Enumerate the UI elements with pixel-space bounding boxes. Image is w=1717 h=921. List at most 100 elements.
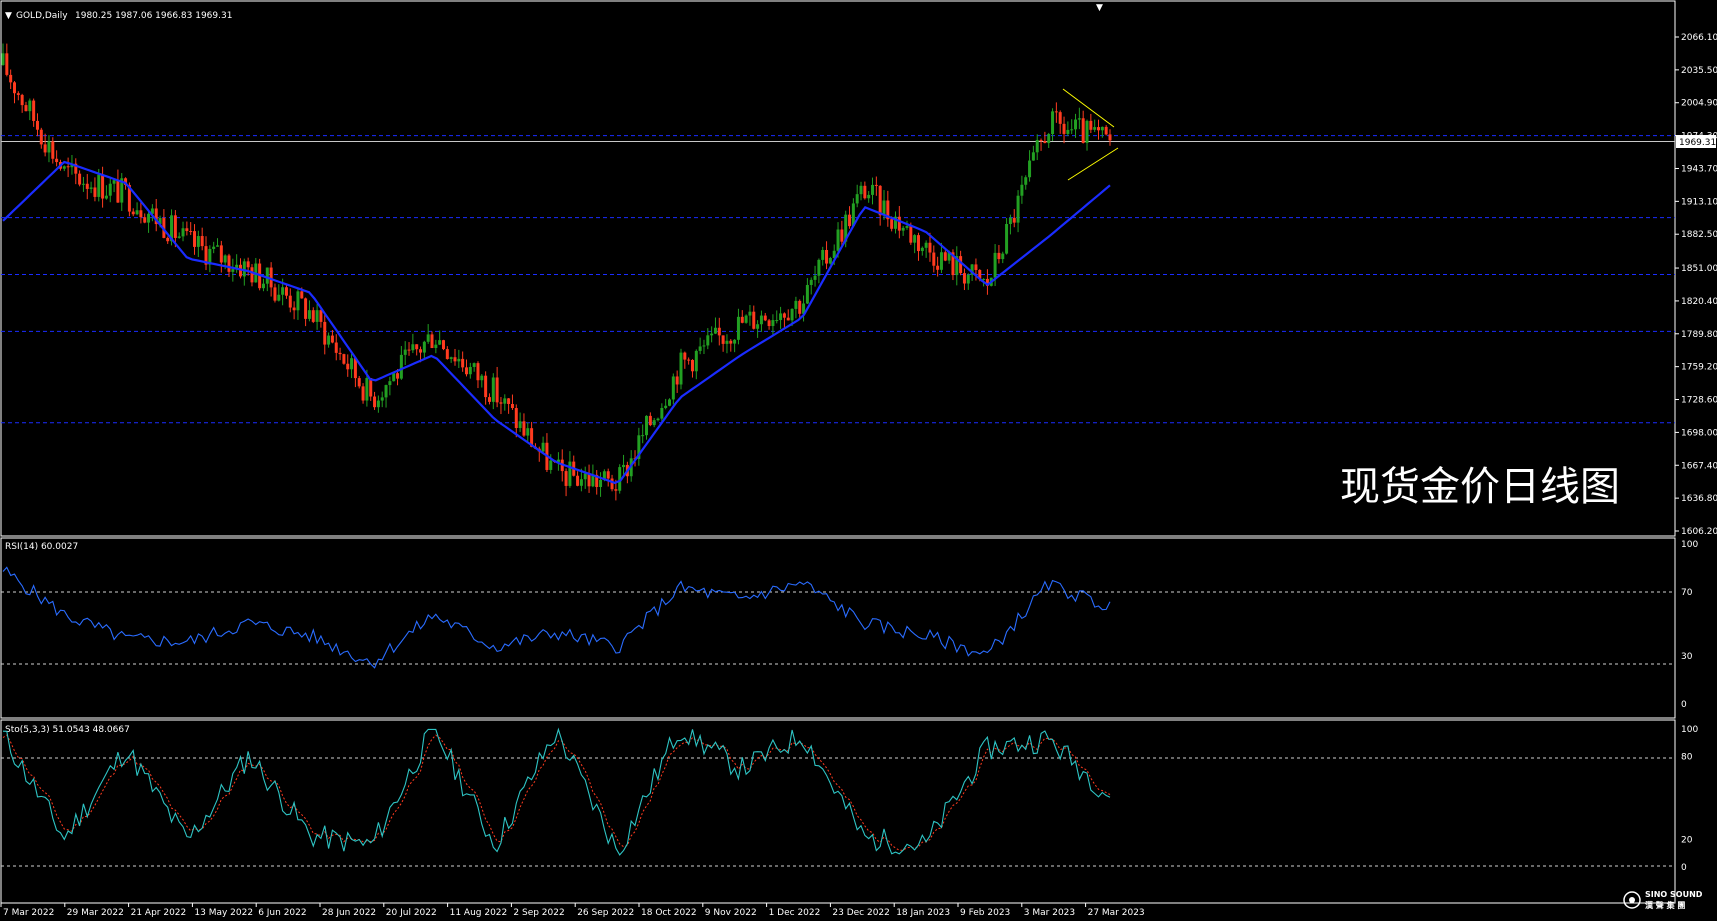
candle-body — [288, 295, 292, 308]
candle-body — [1089, 120, 1093, 130]
candle-body — [771, 320, 775, 327]
candle-body — [710, 333, 714, 336]
candle-body — [717, 327, 721, 336]
collapse-arrow-icon[interactable]: ▼ — [5, 11, 12, 21]
candle-body — [173, 215, 177, 238]
candle-body — [997, 252, 1001, 260]
candle-body — [599, 479, 603, 487]
candle-body — [55, 158, 59, 163]
candle-body — [867, 194, 871, 199]
candle-body — [1005, 223, 1009, 254]
candle-body — [549, 460, 553, 470]
candle-body — [1074, 119, 1078, 130]
candle-body — [993, 252, 997, 278]
candle-body — [687, 359, 691, 361]
candle-body — [66, 166, 70, 168]
candle-body — [43, 144, 47, 153]
candle-body — [342, 354, 346, 364]
candle-body — [1051, 111, 1055, 135]
candle-body — [47, 141, 51, 153]
shift-marker-icon[interactable]: ▼ — [1096, 3, 1103, 13]
candle-body — [426, 334, 430, 342]
candle-body — [392, 373, 396, 382]
candle-body — [476, 363, 480, 381]
candle-body — [464, 367, 468, 375]
candle-body — [277, 294, 281, 301]
candle-body — [859, 185, 863, 195]
candle-body — [1070, 129, 1074, 131]
candle-body — [610, 478, 614, 490]
candle-body — [97, 174, 101, 197]
date-tick-label: 26 Sep 2022 — [577, 908, 634, 918]
candle-body — [193, 231, 197, 247]
candle-body — [671, 376, 675, 400]
candle-body — [1028, 160, 1032, 178]
candle-body — [1, 53, 5, 66]
price-tick-label: 1759.20 — [1681, 363, 1717, 373]
candle-body — [667, 399, 671, 406]
candle-body — [1081, 118, 1085, 143]
candle-body — [932, 252, 936, 266]
candle-body — [415, 344, 419, 350]
candle-body — [457, 358, 461, 362]
candle-body — [1039, 139, 1043, 142]
date-tick-label: 23 Dec 2022 — [832, 908, 890, 918]
chart-watermark: 现货金价日线图 — [1340, 464, 1620, 510]
candle-body — [422, 341, 426, 353]
candle-body — [384, 385, 388, 398]
candle-body — [656, 418, 660, 421]
candle-body — [311, 310, 315, 322]
candle-body — [338, 352, 342, 355]
rsi-tick-label: 70 — [1681, 588, 1693, 598]
svg-text:漢 聲 集 團: 漢 聲 集 團 — [1645, 900, 1685, 910]
candle-body — [982, 278, 986, 280]
candle-body — [748, 311, 752, 316]
candle-body — [614, 489, 618, 491]
candle-body — [147, 213, 151, 223]
candle-body — [292, 307, 296, 311]
candle-body — [407, 349, 411, 351]
candle-body — [281, 287, 285, 295]
candle-body — [817, 259, 821, 276]
candle-body — [449, 357, 453, 359]
candle-body — [759, 315, 763, 325]
candle-body — [116, 180, 120, 203]
candle-body — [729, 340, 733, 344]
candle-body — [752, 311, 756, 329]
candle-body — [101, 174, 105, 199]
sto-tick-label: 20 — [1681, 835, 1693, 845]
candle-body — [334, 342, 338, 353]
gold-daily-chart[interactable]: ▼ GOLD,Daily 1980.25 1987.06 1966.83 196… — [0, 0, 1717, 921]
candle-body — [419, 349, 423, 353]
candle-body — [12, 82, 16, 94]
candle-body — [480, 375, 484, 381]
candle-body — [790, 308, 794, 321]
candle-body — [959, 256, 963, 274]
rsi-tick-label: 100 — [1681, 540, 1698, 550]
candle-body — [327, 335, 331, 345]
candle-body — [1100, 126, 1104, 131]
date-tick-label: 9 Nov 2022 — [705, 908, 757, 918]
candle-body — [664, 405, 668, 408]
date-tick-label: 28 Jun 2022 — [322, 908, 376, 918]
candle-body — [445, 349, 449, 359]
candle-body — [782, 313, 786, 318]
candle-body — [499, 402, 503, 404]
candle-body — [403, 349, 407, 355]
candle-body — [16, 93, 20, 95]
candle-body — [606, 471, 610, 479]
candle-body — [1024, 177, 1028, 185]
candle-body — [514, 408, 518, 428]
date-tick-label: 27 Mar 2023 — [1088, 908, 1145, 918]
candle-body — [828, 257, 832, 264]
candle-body — [487, 397, 491, 402]
candle-body — [315, 310, 319, 322]
candle-body — [9, 74, 13, 83]
candle-body — [357, 378, 361, 387]
candle-body — [698, 346, 702, 351]
date-tick-label: 2 Sep 2022 — [513, 908, 564, 918]
candle-body — [189, 231, 193, 233]
candle-body — [794, 300, 798, 309]
candle-body — [890, 219, 894, 229]
date-tick-label: 21 Apr 2022 — [131, 908, 187, 918]
